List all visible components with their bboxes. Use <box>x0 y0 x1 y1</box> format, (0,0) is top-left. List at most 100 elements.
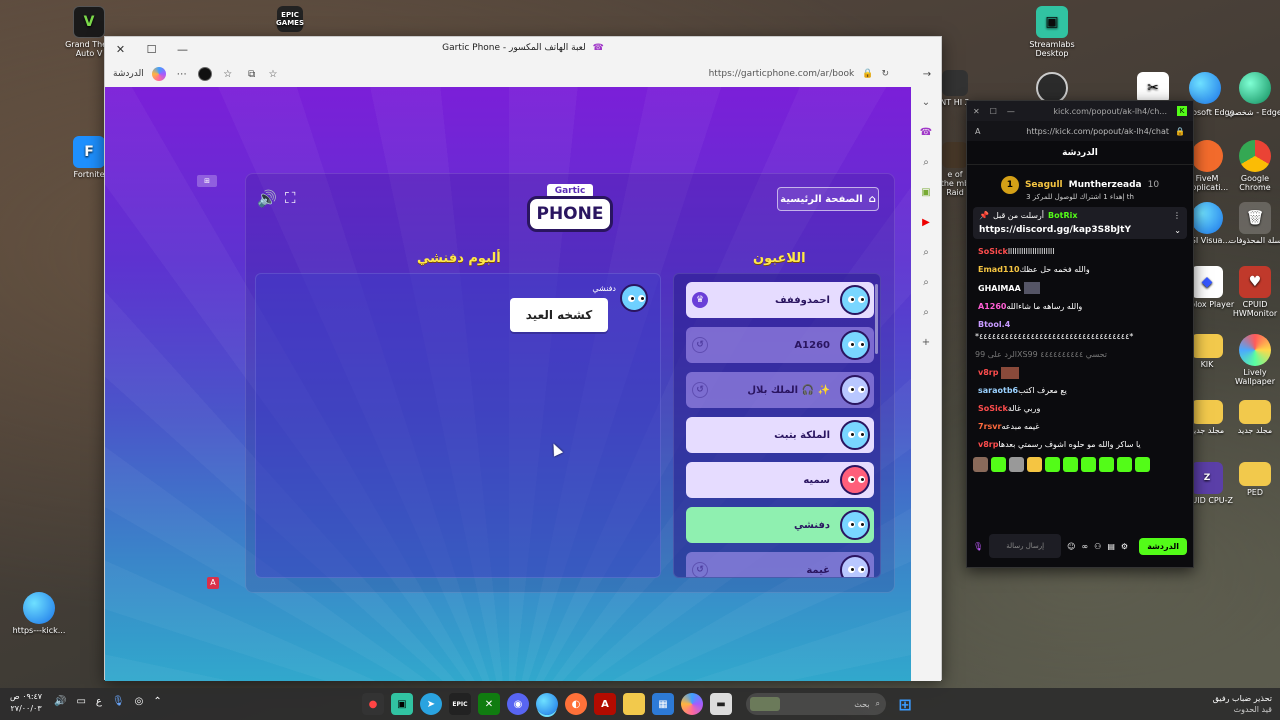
weather-widget[interactable]: تحذير ضباب رفيق قيد الحدوث <box>1213 693 1272 715</box>
volume-icon[interactable]: 🔊 <box>54 696 66 707</box>
app-icon[interactable]: ▣ <box>917 183 935 201</box>
emote-icon[interactable] <box>1135 457 1150 472</box>
network-icon[interactable]: ▭ <box>76 696 85 707</box>
emote-icon[interactable] <box>1081 457 1096 472</box>
language-indicator[interactable]: ع <box>96 696 102 707</box>
desktop-icon-streamlabs[interactable]: ▣ Streamlabs Desktop <box>1021 6 1083 58</box>
add-icon[interactable]: + <box>917 333 935 351</box>
emote-icon[interactable] <box>973 457 988 472</box>
send-chat-button[interactable]: الدردشة <box>1139 537 1187 555</box>
emoji-icon[interactable]: ☺ <box>1067 542 1075 551</box>
search-icon[interactable]: ⌕ <box>917 303 935 321</box>
desktop-icon-kick-shortcut[interactable]: https---kick... <box>8 592 70 635</box>
desktop-icon-ped[interactable]: PED <box>1224 462 1280 497</box>
microphone-icon[interactable]: 🎙 <box>973 542 983 551</box>
emote-icon[interactable] <box>1045 457 1060 472</box>
search-icon[interactable]: ⌕ <box>917 153 935 171</box>
gift-icon[interactable]: ▤ <box>1107 542 1115 551</box>
chevron-down-icon[interactable]: ⌄ <box>1174 226 1181 235</box>
sound-icon[interactable]: 🔊 <box>257 189 277 208</box>
extensions-icon[interactable]: ⧉ <box>244 66 260 82</box>
emote-icon[interactable] <box>1027 457 1042 472</box>
maximize-button[interactable]: ☐ <box>136 37 167 61</box>
address-bar[interactable]: ☆ https://garticphone.com/ar/book 🔒 ↻ <box>265 65 895 83</box>
desktop-icon-lively[interactable]: Lively Wallpaper <box>1224 334 1280 386</box>
add-favorite-icon[interactable]: ☆ <box>265 66 281 82</box>
desktop-icon-chrome[interactable]: Google Chrome <box>1224 140 1280 192</box>
player-avatar <box>840 375 870 405</box>
desktop-icon-edge-personal[interactable]: شخصي - Edge <box>1224 72 1280 117</box>
app-icon[interactable]: ▬ <box>710 693 732 715</box>
share-icon[interactable]: ⚇ <box>1094 542 1101 551</box>
search-icon[interactable]: ⌕ <box>917 243 935 261</box>
desktop-icon-hwmonitor[interactable]: ♥ CPUID HWMonitor <box>1224 266 1280 318</box>
window-title: Gartic Phone - لعبة الهاتف المكسور <box>442 43 586 53</box>
app-icon[interactable]: ● <box>362 693 384 715</box>
discord-icon[interactable]: ◉ <box>507 693 529 715</box>
profile-avatar[interactable] <box>197 67 212 81</box>
cpuz-icon: Z <box>1191 462 1223 494</box>
firefox-icon[interactable]: ◐ <box>565 693 587 715</box>
close-button[interactable]: ✕ <box>105 37 136 61</box>
emote-icon[interactable] <box>1009 457 1024 472</box>
xbox-icon[interactable]: ✕ <box>478 693 500 715</box>
close-button[interactable]: ✕ <box>973 107 980 116</box>
desktop-icon-obs[interactable] <box>1021 72 1083 104</box>
maximize-button[interactable]: ☐ <box>990 107 997 116</box>
taskbar-search[interactable]: بحث ⌕ <box>746 693 886 715</box>
player-row[interactable]: الملكة بتبت <box>686 417 874 453</box>
chat-input[interactable]: إرسال رسالة <box>989 534 1062 558</box>
refresh-icon[interactable]: ↻ <box>881 69 889 79</box>
more-options-icon[interactable]: ⋯ <box>174 66 190 82</box>
epic-games-icon[interactable]: EPIC <box>449 693 471 715</box>
search-icon[interactable]: ⌕ <box>917 273 935 291</box>
favorites-icon[interactable]: ☆ <box>220 66 236 82</box>
minimize-button[interactable]: — <box>1007 107 1015 116</box>
desktop-icon-folder-2[interactable]: مجلد جديد <box>1224 400 1280 435</box>
player-avatar <box>840 555 870 577</box>
clock[interactable]: ٠٩:٤٧ ص ٢٧/٠٠/٠٣ <box>10 691 42 715</box>
telegram-icon[interactable]: ➤ <box>420 693 442 715</box>
player-row[interactable]: ↺ A1260 <box>686 327 874 363</box>
chat-label[interactable]: الدردشة <box>113 69 144 79</box>
streamlabs-icon[interactable]: ▣ <box>391 693 413 715</box>
emote-icon[interactable] <box>1099 457 1114 472</box>
chevron-down-icon[interactable]: ⌄ <box>917 93 935 111</box>
home-button[interactable]: الصفحة الرئيسية ⌂ <box>777 187 879 211</box>
minimize-button[interactable]: — <box>167 37 198 61</box>
desktop-icon-epic[interactable]: EPIC GAMES <box>260 6 320 34</box>
browser-window: ✕ ☐ — Gartic Phone - لعبة الهاتف المكسور… <box>104 36 942 681</box>
gartic-side-icon[interactable]: ☎ <box>917 123 935 141</box>
read-aloud-icon[interactable]: A <box>975 127 980 136</box>
gear-icon[interactable]: ⚙ <box>1121 542 1128 551</box>
players-scrollbar[interactable] <box>875 284 878 354</box>
start-button[interactable]: ⊞ <box>894 693 916 715</box>
gift-count: 10 <box>1147 180 1160 190</box>
player-row[interactable]: ↺ غيمة <box>686 552 874 577</box>
emote-icon[interactable] <box>991 457 1006 472</box>
youtube-icon[interactable]: ▶ <box>917 213 935 231</box>
acrobat-icon[interactable]: A <box>594 693 616 715</box>
kick-address-bar[interactable]: A https://kick.com/popout/ak-lh4/chat 🔒 <box>967 121 1193 141</box>
pinned-link[interactable]: https://discord.gg/kap3S8bJtY <box>979 225 1131 235</box>
emote-icon[interactable] <box>1063 457 1078 472</box>
player-row[interactable]: دفنشي <box>686 507 874 543</box>
emote-icon[interactable] <box>1117 457 1132 472</box>
player-row[interactable]: سميه <box>686 462 874 498</box>
chevron-up-icon[interactable]: ⌃ <box>153 696 161 707</box>
copilot-icon[interactable] <box>681 693 703 715</box>
player-row[interactable]: ↺ الملك بلال 🎧 ✨ <box>686 372 874 408</box>
microphone-icon[interactable]: 🎙 <box>112 696 125 707</box>
tray-app-icon[interactable]: ◎ <box>135 696 144 707</box>
file-explorer-icon[interactable] <box>623 693 645 715</box>
player-row[interactable]: ♛ احمدوففف <box>686 282 874 318</box>
store-icon[interactable]: ▦ <box>652 693 674 715</box>
infinity-icon[interactable]: ∞ <box>1082 542 1089 551</box>
copilot-icon[interactable] <box>151 67 166 81</box>
home-icon: ⌂ <box>868 193 876 205</box>
forward-icon[interactable]: → <box>919 66 935 82</box>
more-options-icon[interactable]: ⋮ <box>1173 211 1181 220</box>
desktop-icon-recycle-bin[interactable]: 🗑 سلة المحذوفات <box>1224 202 1280 245</box>
fullscreen-icon[interactable]: ⛶ <box>285 189 296 207</box>
edge-icon[interactable] <box>536 693 558 715</box>
